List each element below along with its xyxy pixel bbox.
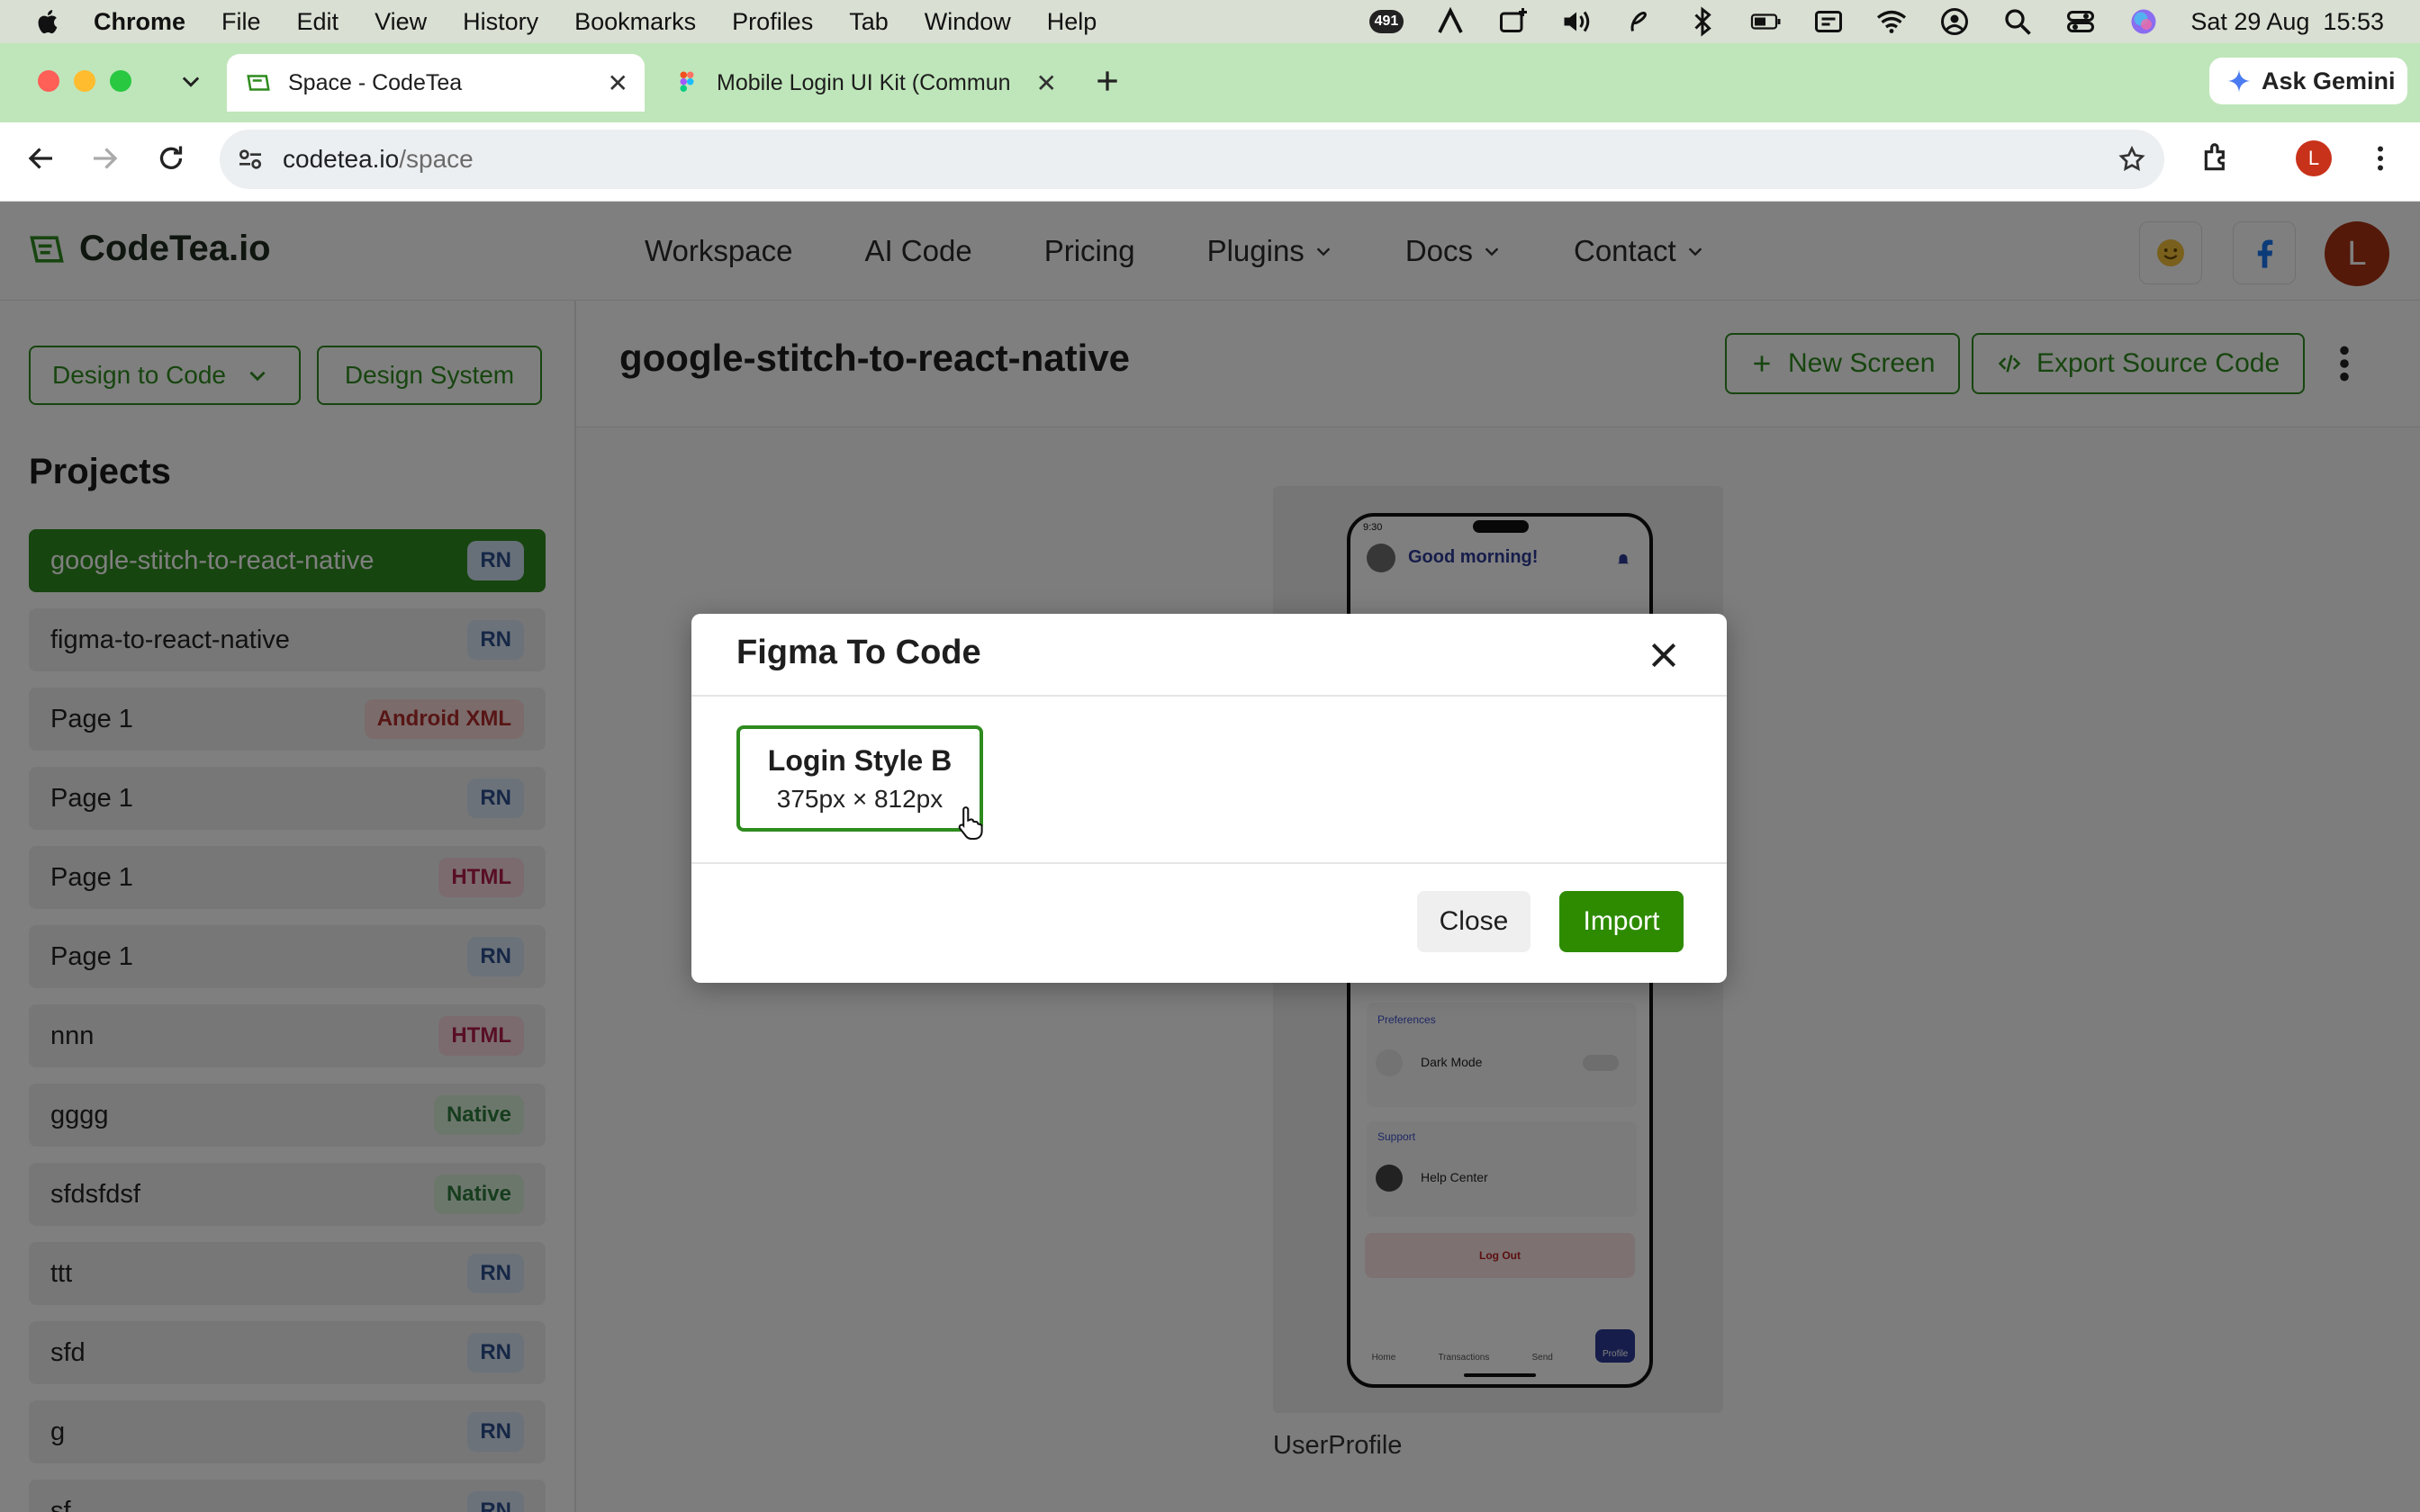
dialog-title: Figma To Code	[736, 634, 981, 671]
forward-arrow-icon[interactable]	[88, 142, 121, 175]
screen-add-icon[interactable]	[1497, 5, 1530, 38]
wifi-icon[interactable]	[1875, 5, 1908, 38]
chrome-profile-avatar[interactable]: L	[2296, 140, 2332, 176]
control-center-icon[interactable]	[2064, 5, 2097, 38]
menu-chrome[interactable]: Chrome	[94, 8, 185, 36]
status-icons: 491 Sat 29 Aug 15:53	[1368, 0, 2384, 43]
frame-option-login-style-b[interactable]: Login Style B 375px × 812px	[736, 725, 983, 832]
new-tab-plus-icon[interactable]	[1093, 67, 1122, 95]
tab-title: Space - CodeTea	[288, 69, 463, 95]
dialog-divider	[691, 862, 1727, 864]
script-icon[interactable]	[1623, 5, 1656, 38]
frame-name: Login Style B	[767, 743, 953, 777]
window-minimize-button[interactable]	[74, 70, 95, 92]
codetea-favicon-icon	[247, 75, 270, 91]
menu-window[interactable]: Window	[925, 8, 1011, 36]
tab-space-codetea[interactable]: Space - CodeTea ✕	[227, 54, 645, 112]
spotlight-search-icon[interactable]	[2001, 5, 2034, 38]
import-button[interactable]: Import	[1559, 891, 1684, 952]
bluetooth-icon[interactable]	[1686, 5, 1719, 38]
bookmark-star-icon[interactable]	[2118, 145, 2146, 174]
reload-icon[interactable]	[155, 142, 187, 175]
url-path: /space	[399, 145, 474, 173]
tab-mobile-login-ui-kit[interactable]: Mobile Login UI Kit (Commun ✕	[655, 54, 1073, 112]
notification-badge[interactable]: 491	[1368, 10, 1404, 33]
site-settings-icon[interactable]	[236, 145, 265, 174]
figma-favicon-icon	[680, 71, 694, 92]
back-arrow-icon[interactable]	[25, 142, 58, 175]
chrome-menu-kebab-icon[interactable]	[2364, 142, 2397, 175]
dialog-divider	[691, 695, 1727, 697]
gemini-sparkle-icon	[2227, 69, 2251, 93]
menu-view[interactable]: View	[375, 8, 427, 36]
close-button[interactable]: Close	[1417, 891, 1531, 952]
macos-menu-bar: Chrome File Edit View History Bookmarks …	[0, 0, 2420, 43]
menu-history[interactable]: History	[463, 8, 538, 36]
window-close-button[interactable]	[38, 70, 59, 92]
menu-tab[interactable]: Tab	[849, 8, 889, 36]
tab-title: Mobile Login UI Kit (Commun	[717, 69, 1011, 95]
address-bar[interactable]: codetea.io/space	[220, 130, 2164, 189]
close-icon[interactable]	[1646, 637, 1682, 673]
menu-bookmarks[interactable]: Bookmarks	[574, 8, 696, 36]
hand-cursor-icon	[958, 806, 983, 841]
keyboard-input-icon[interactable]	[1812, 5, 1845, 38]
menu-help[interactable]: Help	[1047, 8, 1097, 36]
apple-icon[interactable]	[34, 7, 63, 36]
frame-size: 375px × 812px	[776, 784, 944, 813]
extensions-puzzle-icon[interactable]	[2200, 140, 2235, 175]
ask-gemini-button[interactable]: Ask Gemini	[2209, 58, 2407, 104]
tab-list-chevron-icon[interactable]	[178, 68, 203, 94]
siri-icon[interactable]	[2127, 5, 2160, 38]
tab-close-icon[interactable]: ✕	[1036, 68, 1057, 98]
url-host: codetea.io	[283, 145, 400, 173]
tab-close-icon[interactable]: ✕	[608, 68, 628, 98]
menu-profiles[interactable]: Profiles	[732, 8, 813, 36]
volume-icon[interactable]	[1560, 5, 1593, 38]
menu-edit[interactable]: Edit	[297, 8, 339, 36]
menu-file[interactable]: File	[221, 8, 261, 36]
arc-icon[interactable]	[1434, 5, 1467, 38]
datetime[interactable]: Sat 29 Aug 15:53	[2190, 8, 2384, 36]
battery-icon[interactable]	[1749, 5, 1782, 38]
window-maximize-button[interactable]	[110, 70, 131, 92]
figma-to-code-dialog: Figma To Code Login Style B 375px × 812p…	[691, 614, 1727, 983]
user-account-icon[interactable]	[1938, 5, 1971, 38]
